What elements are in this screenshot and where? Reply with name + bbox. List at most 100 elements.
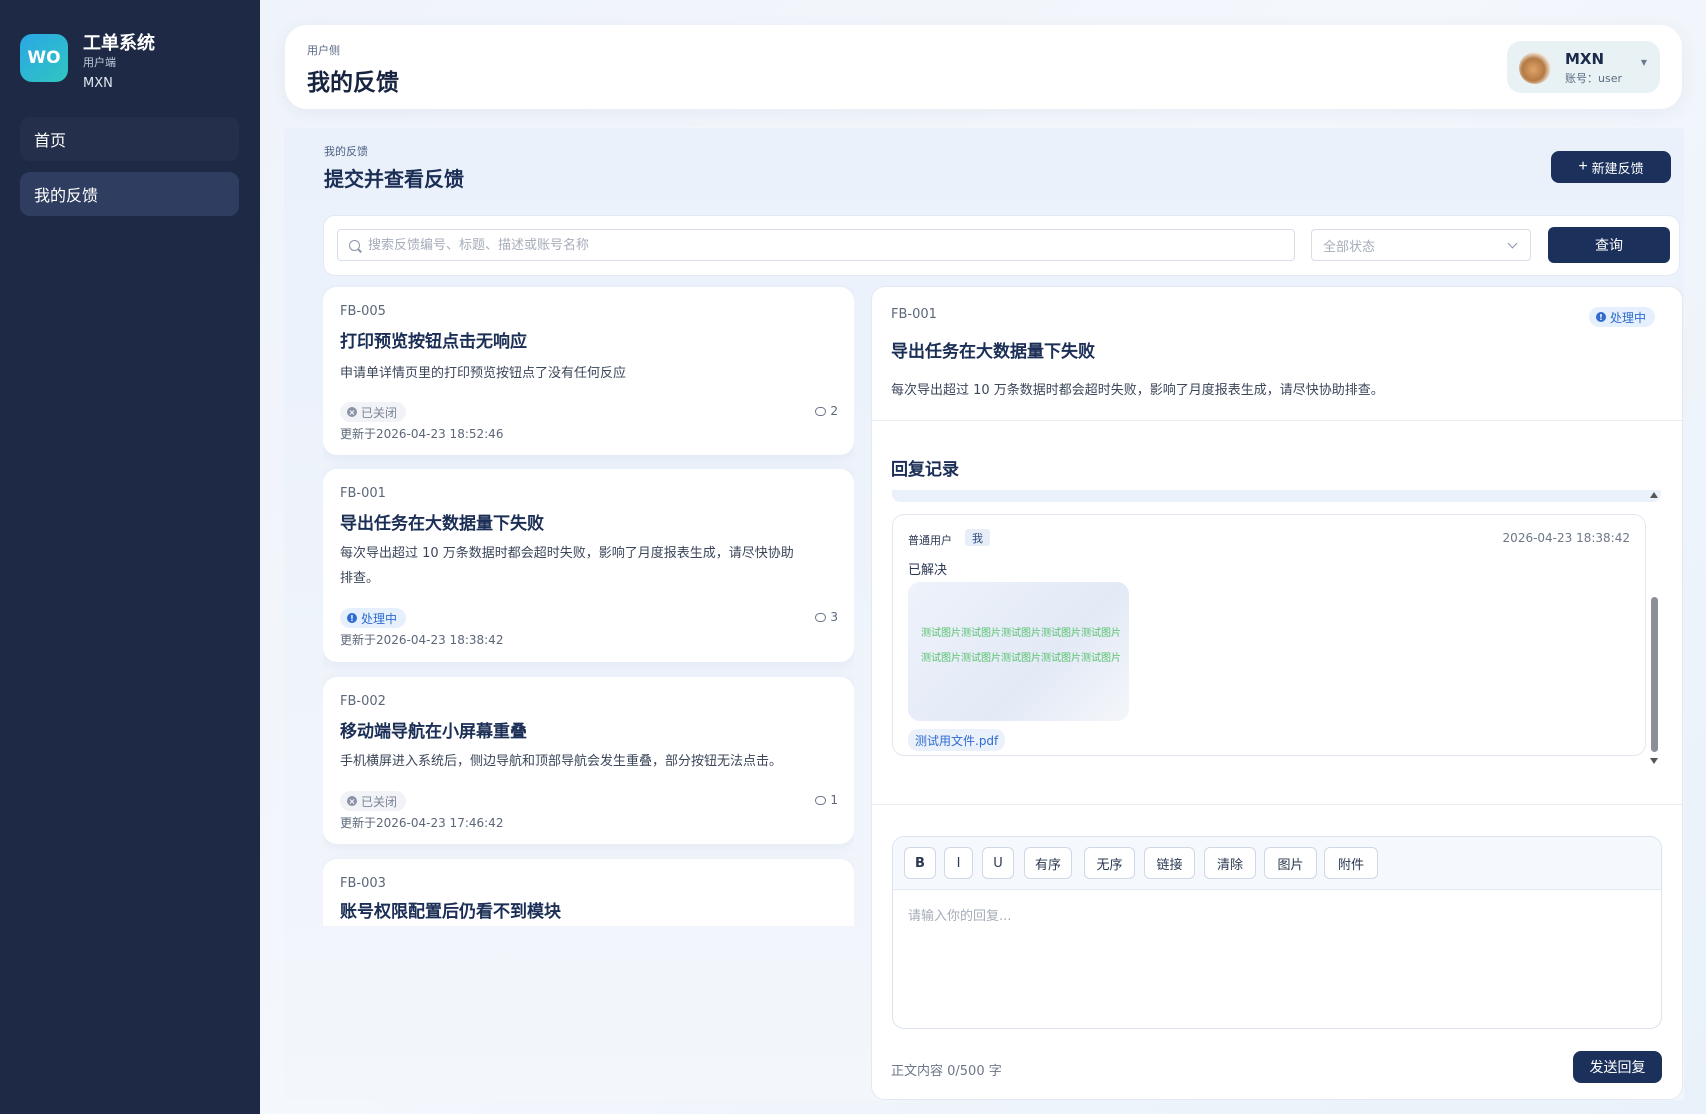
reply-text: 已解决 xyxy=(908,563,948,578)
status-badge-label: 已关闭 xyxy=(361,794,398,809)
info-icon: ! xyxy=(347,613,357,623)
feedback-id: FB-001 xyxy=(340,486,386,501)
detail-id: FB-001 xyxy=(891,307,937,322)
image-watermark: 测试图片测试图片测试图片测试图片测试图片 xyxy=(921,628,1121,639)
comment-icon xyxy=(815,406,827,416)
clear-button[interactable]: 清除 xyxy=(1204,847,1256,879)
reply-input[interactable]: 请输入你的回复... xyxy=(908,905,1011,924)
section-title: 提交并查看反馈 xyxy=(324,167,464,191)
feedback-detail-panel: FB-001 ! 处理中 导出任务在大数据量下失败 每次导出超过 10 万条数据… xyxy=(871,286,1683,1100)
user-menu[interactable]: MXN 账号：user ▼ xyxy=(1507,41,1660,93)
new-feedback-button[interactable]: + 新建反馈 xyxy=(1551,151,1671,183)
sidebar-item-home[interactable]: 首页 xyxy=(20,117,239,161)
reply-editor: B I U 有序 无序 链接 清除 图片 附件 请输入你的回复... xyxy=(892,836,1662,1029)
me-tag: 我 xyxy=(965,529,990,546)
comment-count-value: 3 xyxy=(830,610,838,624)
file-attachment-link[interactable]: 测试用文件.pdf xyxy=(908,729,1006,751)
scroll-down-arrow[interactable] xyxy=(1650,758,1658,764)
bold-button[interactable]: B xyxy=(904,847,936,879)
app-title: 工单系统 xyxy=(83,33,155,54)
reply-item: 普通用户 我 2026-04-23 18:38:42 已解决 测试图片测试图片测… xyxy=(892,514,1646,756)
comment-count-value: 2 xyxy=(830,404,838,418)
feedback-card[interactable]: FB-001 导出任务在大数据量下失败 每次导出超过 10 万条数据时都会超时失… xyxy=(323,469,854,662)
comment-icon xyxy=(815,612,827,622)
feedback-desc-line: 每次导出超过 10 万条数据时都会超时失败，影响了月度报表生成，请尽快协助 xyxy=(340,546,794,561)
detail-desc: 每次导出超过 10 万条数据时都会超时失败，影响了月度报表生成，请尽快协助排查。 xyxy=(891,383,1384,398)
status-badge: ! 处理中 xyxy=(1589,307,1656,327)
editor-toolbar: B I U 有序 无序 链接 清除 图片 附件 xyxy=(893,837,1661,890)
comment-count: 3 xyxy=(815,610,838,624)
feedback-desc: 手机横屏进入系统后，侧边导航和顶部导航会发生重叠，部分按钮无法点击。 xyxy=(340,754,783,769)
feedback-title: 账号权限配置后仍看不到模块 xyxy=(340,902,561,922)
comment-count: 1 xyxy=(815,793,838,807)
comment-count-value: 1 xyxy=(830,793,838,807)
avatar xyxy=(1519,52,1551,84)
feedback-list: FB-005 打印预览按钮点击无响应 申请单详情页里的打印预览按钮点了没有任何反… xyxy=(323,285,854,926)
search-field[interactable] xyxy=(337,229,1295,261)
scroll-up-arrow[interactable] xyxy=(1650,492,1658,498)
status-badge: × 已关闭 xyxy=(340,402,407,422)
divider xyxy=(872,420,1682,421)
search-input[interactable] xyxy=(368,230,1268,260)
attachment-button[interactable]: 附件 xyxy=(1324,847,1378,879)
feedback-card[interactable]: FB-002 移动端导航在小屏幕重叠 手机横屏进入系统后，侧边导航和顶部导航会发… xyxy=(323,677,854,844)
brand: WO 工单系统 用户端 MXN xyxy=(20,33,155,95)
comment-count: 2 xyxy=(815,404,838,418)
image-button[interactable]: 图片 xyxy=(1264,847,1317,879)
updated-time: 更新于2026-04-23 18:52:46 xyxy=(340,427,504,441)
plus-icon: + xyxy=(1578,158,1588,175)
filter-bar: 全部状态 查询 xyxy=(323,215,1680,276)
section-breadcrumb: 我的反馈 xyxy=(324,145,368,158)
user-name: MXN xyxy=(1565,50,1605,68)
reply-time: 2026-04-23 18:38:42 xyxy=(1502,531,1630,545)
feedback-desc-line: 排查。 xyxy=(340,571,380,586)
status-select[interactable]: 全部状态 xyxy=(1311,229,1531,261)
updated-time: 更新于2026-04-23 17:46:42 xyxy=(340,816,504,830)
status-badge-label: 处理中 xyxy=(1610,310,1647,325)
updated-time: 更新于2026-04-23 18:38:42 xyxy=(340,633,504,647)
reply-heading: 回复记录 xyxy=(891,460,959,480)
divider xyxy=(872,804,1682,805)
feedback-title: 移动端导航在小屏幕重叠 xyxy=(340,722,527,742)
chevron-down-icon xyxy=(1507,238,1518,249)
feedback-id: FB-003 xyxy=(340,876,386,891)
search-icon xyxy=(349,240,360,251)
underline-button[interactable]: U xyxy=(982,847,1014,879)
status-badge: × 已关闭 xyxy=(340,791,407,811)
comment-icon xyxy=(815,795,827,805)
unordered-list-button[interactable]: 无序 xyxy=(1084,847,1135,879)
sidebar-username: MXN xyxy=(83,76,113,91)
status-badge-label: 已关闭 xyxy=(361,405,398,420)
image-watermark: 测试图片测试图片测试图片测试图片测试图片 xyxy=(921,653,1121,664)
send-reply-button[interactable]: 发送回复 xyxy=(1573,1051,1662,1083)
user-account: 账号：user xyxy=(1565,72,1622,85)
ordered-list-button[interactable]: 有序 xyxy=(1024,847,1072,879)
status-badge: ! 处理中 xyxy=(340,608,407,628)
info-icon: ! xyxy=(1596,312,1606,322)
status-select-value: 全部状态 xyxy=(1323,239,1376,255)
app-subtitle: 用户端 xyxy=(83,56,116,69)
query-button[interactable]: 查询 xyxy=(1548,227,1670,263)
feedback-card[interactable]: FB-003 账号权限配置后仍看不到模块 xyxy=(323,859,854,926)
previous-reply-edge xyxy=(892,490,1661,502)
feedback-id: FB-005 xyxy=(340,304,386,319)
new-feedback-label: 新建反馈 xyxy=(1591,160,1644,176)
detail-title: 导出任务在大数据量下失败 xyxy=(891,342,1095,362)
sidebar-item-my-feedback[interactable]: 我的反馈 xyxy=(20,172,239,216)
breadcrumb: 用户侧 xyxy=(307,44,340,57)
status-badge-label: 处理中 xyxy=(361,611,398,626)
italic-button[interactable]: I xyxy=(944,847,973,879)
chevron-down-icon: ▼ xyxy=(1640,58,1647,67)
feedback-card[interactable]: FB-005 打印预览按钮点击无响应 申请单详情页里的打印预览按钮点了没有任何反… xyxy=(323,287,854,455)
feedback-title: 打印预览按钮点击无响应 xyxy=(340,332,527,352)
sidebar: WO 工单系统 用户端 MXN 首页 我的反馈 xyxy=(0,0,260,1114)
app-logo: WO xyxy=(20,34,68,82)
feedback-id: FB-002 xyxy=(340,694,386,709)
feedback-desc: 申请单详情页里的打印预览按钮点了没有任何反应 xyxy=(340,366,627,381)
close-circle-icon: × xyxy=(347,796,357,806)
scrollbar-thumb[interactable] xyxy=(1651,597,1658,752)
char-count: 正文内容 0/500 字 xyxy=(891,1064,1002,1079)
close-circle-icon: × xyxy=(347,407,357,417)
reply-image-attachment[interactable]: 测试图片测试图片测试图片测试图片测试图片 测试图片测试图片测试图片测试图片测试图… xyxy=(908,582,1129,721)
link-button[interactable]: 链接 xyxy=(1144,847,1195,879)
